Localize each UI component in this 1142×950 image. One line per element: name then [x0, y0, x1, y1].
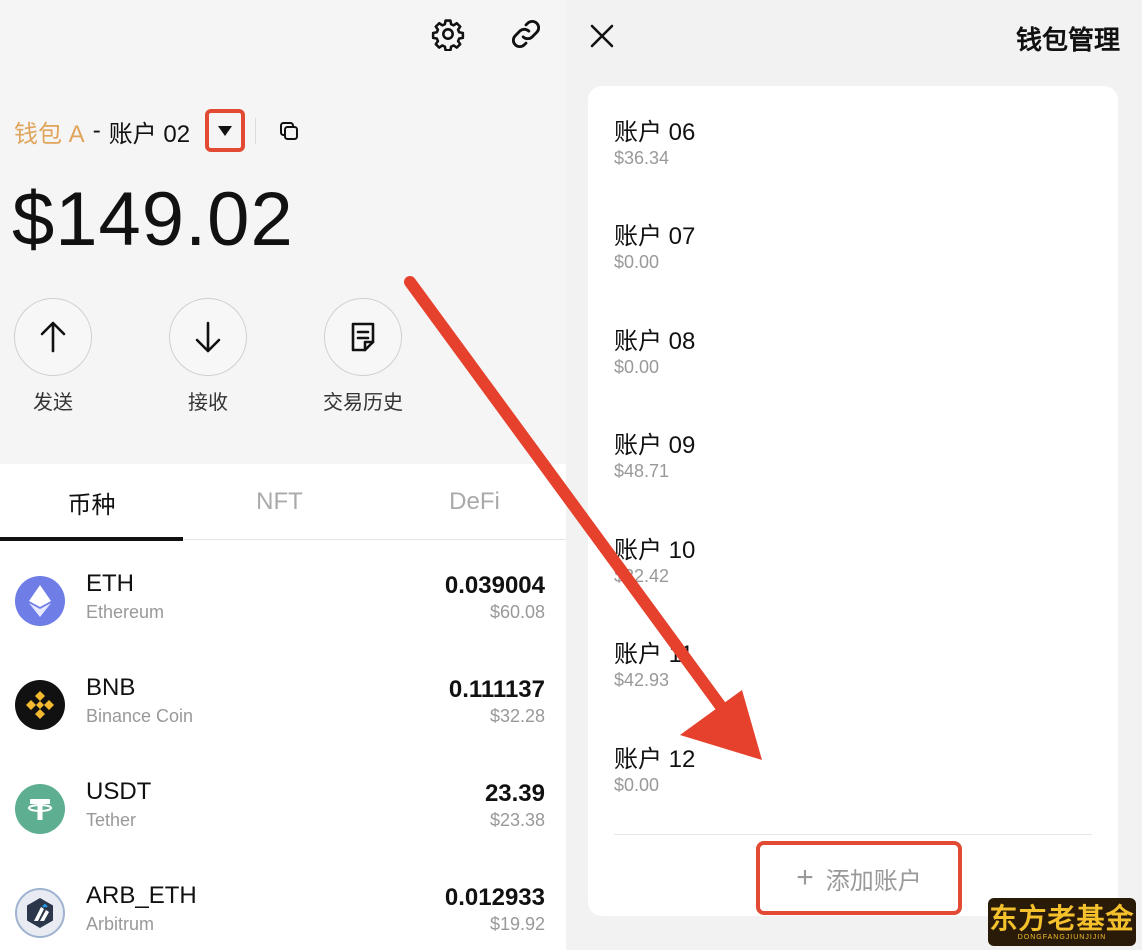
- wallet-management-panel: 钱包管理 账户 06 $36.34 账户 07 $0.00 账户 08 $0.0…: [566, 0, 1142, 950]
- account-item-name: 账户 09: [614, 432, 696, 459]
- account-item[interactable]: 账户 09 $48.71: [614, 399, 1094, 489]
- token-name: Arbitrum: [86, 914, 155, 934]
- account-item-balance: $48.71: [614, 461, 670, 481]
- wallet-account-separator: -: [92, 117, 101, 144]
- account-item-name: 账户 10: [614, 537, 696, 564]
- add-account-button[interactable]: + 添加账户: [756, 841, 962, 915]
- panel-title: 钱包管理: [1015, 25, 1120, 55]
- account-name: 账户 02: [108, 120, 191, 148]
- token-amount: 23.39: [484, 780, 545, 807]
- account-item-balance: $0.00: [614, 775, 660, 795]
- account-item-name: 账户 07: [614, 223, 696, 250]
- divider: [614, 834, 1092, 835]
- token-symbol: ETH: [86, 570, 134, 597]
- token-name: Tether: [86, 810, 137, 830]
- token-row[interactable]: BNB Binance Coin 0.111137 $32.28: [0, 660, 566, 764]
- tab-nft[interactable]: NFT: [188, 464, 371, 540]
- account-item-balance: $0.00: [614, 252, 660, 272]
- link-icon[interactable]: [506, 14, 546, 54]
- account-item-balance: $0.00: [614, 357, 660, 377]
- transaction-history-button[interactable]: 交易历史: [315, 298, 411, 415]
- account-item[interactable]: 账户 12 $0.00: [614, 713, 1094, 803]
- token-row[interactable]: ETH Ethereum 0.039004 $60.08: [0, 556, 566, 660]
- account-item-name: 账户 12: [614, 746, 696, 773]
- send-button[interactable]: 发送: [5, 298, 101, 415]
- watermark-logo: 东方老基金 DONGFANGJIUNJIJIN: [988, 898, 1136, 946]
- watermark-text: 东方老基金: [989, 902, 1135, 934]
- tab-defi[interactable]: DeFi: [383, 464, 566, 540]
- copy-address-icon[interactable]: [274, 116, 304, 146]
- total-balance: $149.02: [12, 177, 294, 262]
- account-item[interactable]: 账户 07 $0.00: [614, 190, 1094, 280]
- token-symbol: ARB_ETH: [86, 882, 197, 909]
- token-name: Binance Coin: [86, 706, 194, 726]
- tether-icon: [15, 784, 65, 834]
- receive-label: 接收: [188, 392, 228, 414]
- arbitrum-icon: [15, 888, 65, 938]
- add-account-label: 添加账户: [825, 867, 922, 895]
- account-item-name: 账户 11: [614, 641, 694, 668]
- account-item-balance: $42.93: [614, 670, 670, 690]
- token-symbol: BNB: [86, 674, 136, 701]
- account-item-name: 账户 06: [614, 119, 696, 146]
- account-item[interactable]: 账户 10 $22.42: [614, 504, 1094, 594]
- arrow-down-icon: [169, 298, 247, 376]
- wallet-name: 钱包 A: [14, 120, 85, 148]
- wallet-account-selector[interactable]: 钱包 A - 账户 02: [14, 108, 190, 154]
- token-name: Ethereum: [86, 602, 165, 622]
- caret-down-icon: [218, 125, 232, 136]
- account-item-balance: $36.34: [614, 148, 670, 168]
- send-label: 发送: [33, 392, 73, 414]
- token-usd-value: $23.38: [489, 810, 545, 830]
- wallet-panel: 钱包 A - 账户 02 $149.02 发送 接收 交易历史 币种 NFT D…: [0, 0, 566, 950]
- account-list: 账户 06 $36.34 账户 07 $0.00 账户 08 $0.00 账户 …: [588, 86, 1118, 916]
- ethereum-icon: [15, 576, 65, 626]
- history-label: 交易历史: [323, 392, 403, 414]
- bnb-icon: [15, 680, 65, 730]
- token-amount: 0.111137: [448, 676, 545, 703]
- account-item-name: 账户 08: [614, 328, 696, 355]
- token-row[interactable]: ARB_ETH Arbitrum 0.012933 $19.92: [0, 868, 566, 950]
- account-item-balance: $22.42: [614, 566, 670, 586]
- token-usd-value: $60.08: [489, 602, 545, 622]
- token-amount: 0.012933: [444, 884, 545, 911]
- tab-coins[interactable]: 币种: [0, 464, 183, 540]
- token-usd-value: $32.28: [489, 706, 545, 726]
- watermark-subtext: DONGFANGJIUNJIJIN: [1017, 933, 1107, 941]
- wallet-header-area: 钱包 A - 账户 02 $149.02 发送 接收 交易历史: [0, 0, 566, 464]
- account-item[interactable]: 账户 11 $42.93: [614, 608, 1094, 698]
- token-row[interactable]: USDT Tether 23.39 $23.38: [0, 764, 566, 868]
- settings-gear-icon[interactable]: [428, 14, 468, 54]
- account-dropdown-button[interactable]: [205, 109, 245, 152]
- close-icon[interactable]: [586, 20, 618, 52]
- token-amount: 0.039004: [444, 572, 545, 599]
- active-tab-indicator: [0, 537, 183, 541]
- receive-button[interactable]: 接收: [160, 298, 256, 415]
- history-icon: [324, 298, 402, 376]
- token-usd-value: $19.92: [489, 914, 545, 934]
- account-item[interactable]: 账户 08 $0.00: [614, 295, 1094, 385]
- plus-icon: +: [796, 861, 814, 894]
- token-symbol: USDT: [86, 778, 152, 805]
- divider: [255, 118, 256, 144]
- arrow-up-icon: [14, 298, 92, 376]
- asset-tabs: 币种 NFT DeFi: [0, 464, 566, 541]
- account-item[interactable]: 账户 06 $36.34: [614, 86, 1094, 176]
